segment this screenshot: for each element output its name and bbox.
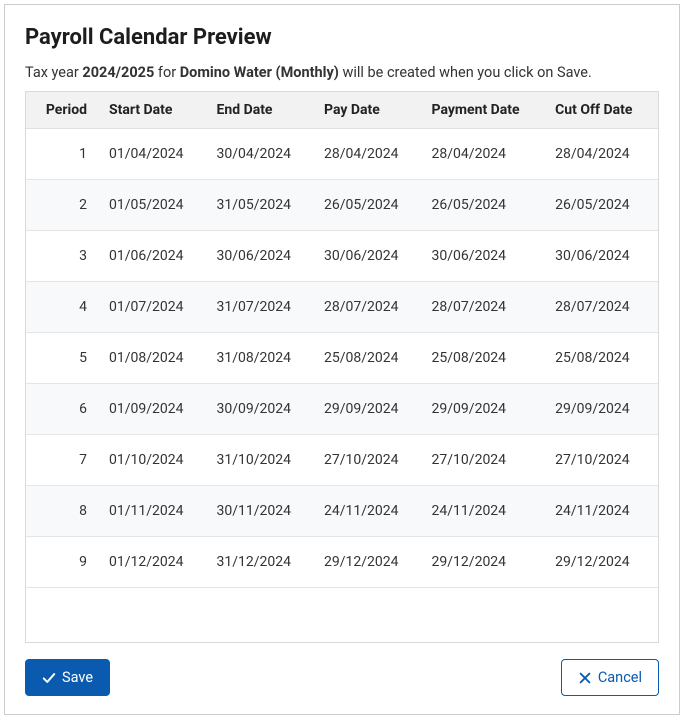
col-payment-date: Payment Date — [424, 92, 548, 129]
cell-end: 30/09/2024 — [209, 384, 317, 435]
cell-payment: 26/05/2024 — [424, 180, 548, 231]
col-pay-date: Pay Date — [316, 92, 424, 129]
cell-period: 5 — [26, 333, 101, 384]
table-row: 7 01/10/2024 31/10/2024 27/10/2024 27/10… — [26, 435, 658, 486]
table-row: 5 01/08/2024 31/08/2024 25/08/2024 25/08… — [26, 333, 658, 384]
col-cutoff-date: Cut Off Date — [547, 92, 658, 129]
cell-payment: 28/07/2024 — [424, 282, 548, 333]
cell-start: 01/10/2024 — [101, 435, 209, 486]
close-icon — [578, 671, 592, 685]
cell-period: 9 — [26, 537, 101, 588]
subtitle-mid: for — [154, 64, 179, 81]
cancel-button[interactable]: Cancel — [561, 659, 659, 696]
cell-pay: 29/09/2024 — [316, 384, 424, 435]
table-body: 1 01/04/2024 30/04/2024 28/04/2024 28/04… — [26, 129, 658, 588]
table-row: 4 01/07/2024 31/07/2024 28/07/2024 28/07… — [26, 282, 658, 333]
cell-end: 30/06/2024 — [209, 231, 317, 282]
cell-cutoff: 24/11/2024 — [547, 486, 658, 537]
payroll-calendar-dialog: Payroll Calendar Preview Tax year 2024/2… — [4, 4, 680, 715]
dialog-footer: Save Cancel — [25, 643, 659, 696]
cell-end: 30/04/2024 — [209, 129, 317, 180]
cell-cutoff: 26/05/2024 — [547, 180, 658, 231]
cell-payment: 28/04/2024 — [424, 129, 548, 180]
cell-pay: 26/05/2024 — [316, 180, 424, 231]
table-row: 3 01/06/2024 30/06/2024 30/06/2024 30/06… — [26, 231, 658, 282]
cell-cutoff: 30/06/2024 — [547, 231, 658, 282]
col-start-date: Start Date — [101, 92, 209, 129]
table-scroll-area[interactable]: Period Start Date End Date Pay Date Paym… — [25, 91, 659, 643]
company-name: Domino Water (Monthly) — [180, 64, 339, 81]
save-label: Save — [62, 669, 93, 686]
cell-start: 01/04/2024 — [101, 129, 209, 180]
cell-start: 01/07/2024 — [101, 282, 209, 333]
payroll-table: Period Start Date End Date Pay Date Paym… — [26, 92, 658, 588]
cancel-label: Cancel — [598, 669, 642, 686]
cell-pay: 29/12/2024 — [316, 537, 424, 588]
cell-end: 31/12/2024 — [209, 537, 317, 588]
col-period: Period — [26, 92, 101, 129]
cell-period: 4 — [26, 282, 101, 333]
table-row: 2 01/05/2024 31/05/2024 26/05/2024 26/05… — [26, 180, 658, 231]
cell-pay: 28/07/2024 — [316, 282, 424, 333]
cell-payment: 25/08/2024 — [424, 333, 548, 384]
check-icon — [42, 671, 56, 685]
cell-cutoff: 28/04/2024 — [547, 129, 658, 180]
cell-period: 8 — [26, 486, 101, 537]
cell-period: 3 — [26, 231, 101, 282]
cell-cutoff: 28/07/2024 — [547, 282, 658, 333]
cell-pay: 28/04/2024 — [316, 129, 424, 180]
cell-end: 31/08/2024 — [209, 333, 317, 384]
cell-start: 01/08/2024 — [101, 333, 209, 384]
cell-pay: 24/11/2024 — [316, 486, 424, 537]
cell-pay: 30/06/2024 — [316, 231, 424, 282]
cell-end: 31/10/2024 — [209, 435, 317, 486]
cell-period: 7 — [26, 435, 101, 486]
cell-period: 2 — [26, 180, 101, 231]
cell-start: 01/06/2024 — [101, 231, 209, 282]
cell-cutoff: 25/08/2024 — [547, 333, 658, 384]
cell-end: 30/11/2024 — [209, 486, 317, 537]
tax-year: 2024/2025 — [82, 64, 154, 81]
cell-payment: 24/11/2024 — [424, 486, 548, 537]
cell-start: 01/09/2024 — [101, 384, 209, 435]
table-header-row: Period Start Date End Date Pay Date Paym… — [26, 92, 658, 129]
save-button[interactable]: Save — [25, 659, 110, 696]
cell-payment: 30/06/2024 — [424, 231, 548, 282]
cell-payment: 29/09/2024 — [424, 384, 548, 435]
subtitle-suffix: will be created when you click on Save. — [339, 64, 592, 81]
cell-end: 31/07/2024 — [209, 282, 317, 333]
cell-cutoff: 27/10/2024 — [547, 435, 658, 486]
table-row: 8 01/11/2024 30/11/2024 24/11/2024 24/11… — [26, 486, 658, 537]
dialog-subtitle: Tax year 2024/2025 for Domino Water (Mon… — [25, 64, 659, 81]
cell-start: 01/05/2024 — [101, 180, 209, 231]
cell-period: 6 — [26, 384, 101, 435]
dialog-title: Payroll Calendar Preview — [25, 25, 659, 50]
subtitle-prefix: Tax year — [25, 64, 82, 81]
cell-payment: 29/12/2024 — [424, 537, 548, 588]
cell-cutoff: 29/12/2024 — [547, 537, 658, 588]
table-row: 9 01/12/2024 31/12/2024 29/12/2024 29/12… — [26, 537, 658, 588]
cell-payment: 27/10/2024 — [424, 435, 548, 486]
cell-cutoff: 29/09/2024 — [547, 384, 658, 435]
col-end-date: End Date — [209, 92, 317, 129]
table-row: 1 01/04/2024 30/04/2024 28/04/2024 28/04… — [26, 129, 658, 180]
cell-end: 31/05/2024 — [209, 180, 317, 231]
table-row: 6 01/09/2024 30/09/2024 29/09/2024 29/09… — [26, 384, 658, 435]
cell-start: 01/12/2024 — [101, 537, 209, 588]
cell-start: 01/11/2024 — [101, 486, 209, 537]
cell-pay: 27/10/2024 — [316, 435, 424, 486]
cell-period: 1 — [26, 129, 101, 180]
cell-pay: 25/08/2024 — [316, 333, 424, 384]
